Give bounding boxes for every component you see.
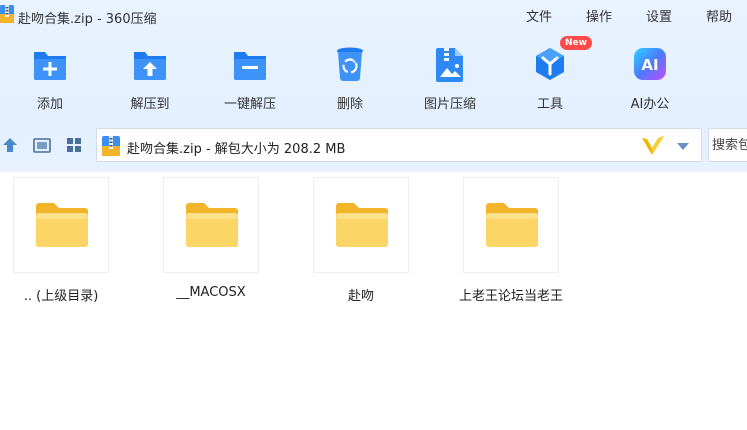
delete-label: 删除 (336, 97, 363, 112)
file-item-macosx[interactable]: __MACOSX (150, 177, 300, 302)
menu-file[interactable]: 文件 (526, 6, 552, 25)
menu-operate[interactable]: 操作 (586, 6, 612, 25)
file-tile (13, 177, 109, 273)
up-arrow-icon[interactable] (0, 135, 20, 155)
file-name: .. (上级目录) (23, 289, 99, 304)
file-tile (163, 177, 259, 273)
search-input[interactable] (709, 129, 747, 161)
add-label: 添加 (36, 97, 63, 112)
folder-icon (336, 203, 388, 247)
grid-view-icon[interactable] (64, 135, 84, 155)
ai-office-button[interactable]: AI AI办公 (605, 36, 695, 114)
chevron-down-icon[interactable] (675, 140, 691, 152)
folder-icon (486, 203, 538, 247)
v-logo-icon[interactable] (641, 135, 665, 157)
file-list: .. (上级目录) __MACOSX 赴吻 上老王论坛当老王 (0, 172, 747, 430)
file-name: 赴吻 (347, 289, 374, 304)
folder-icon (186, 203, 238, 247)
tools-button[interactable]: New 工具 (505, 36, 595, 114)
menu-help[interactable]: 帮助 (706, 6, 732, 25)
window-title: 赴吻合集.zip - 360压缩 (18, 12, 157, 27)
one-click-extract-icon (234, 52, 266, 80)
list-view-icon[interactable] (32, 135, 52, 155)
app-zip-icon (0, 5, 14, 23)
image-compress-icon (436, 48, 463, 82)
extract-to-label: 解压到 (130, 97, 170, 112)
ai-office-icon: AI (634, 48, 666, 80)
new-badge: New (560, 36, 592, 50)
add-button[interactable]: 添加 (5, 36, 95, 114)
file-tile (313, 177, 409, 273)
ai-office-icon-text: AI (641, 56, 658, 74)
extract-to-button[interactable]: 解压到 (105, 36, 195, 114)
address-row: 赴吻合集.zip - 解包大小为 208.2 MB (0, 126, 747, 164)
file-name: 上老王论坛当老王 (458, 289, 563, 304)
tools-icon (536, 48, 564, 80)
file-tile (463, 177, 559, 273)
zip-file-icon (102, 136, 120, 156)
one-click-extract-label: 一键解压 (223, 97, 276, 112)
ai-office-label: AI办公 (630, 97, 670, 112)
folder-icon (36, 203, 88, 247)
file-item-laowang[interactable]: 上老王论坛当老王 (450, 177, 600, 304)
file-item-fuwen[interactable]: 赴吻 (300, 177, 450, 304)
image-compress-label: 图片压缩 (423, 97, 476, 112)
address-bar[interactable]: 赴吻合集.zip - 解包大小为 208.2 MB (96, 128, 702, 162)
search-box[interactable] (708, 128, 747, 162)
tools-label: 工具 (536, 97, 563, 112)
main-toolbar: 添加 解压到 一键解压 删除 图片压缩 New 工具 AI AI办公 (0, 36, 747, 116)
add-icon (34, 52, 66, 80)
file-name: __MACOSX (176, 285, 246, 300)
extract-to-icon (134, 52, 166, 80)
one-click-extract-button[interactable]: 一键解压 (205, 36, 295, 114)
title-bar: 赴吻合集.zip - 360压缩 文件 操作 设置 帮助 (0, 0, 747, 30)
delete-icon (337, 47, 363, 81)
image-compress-button[interactable]: 图片压缩 (405, 36, 495, 114)
menu-settings[interactable]: 设置 (646, 6, 672, 25)
window-chrome: 赴吻合集.zip - 360压缩 文件 操作 设置 帮助 添加 解压到 一键解压… (0, 0, 747, 172)
delete-button[interactable]: 删除 (305, 36, 395, 114)
file-item-parent-dir[interactable]: .. (上级目录) (0, 177, 150, 304)
archive-path-text: 赴吻合集.zip - 解包大小为 208.2 MB (127, 142, 346, 157)
